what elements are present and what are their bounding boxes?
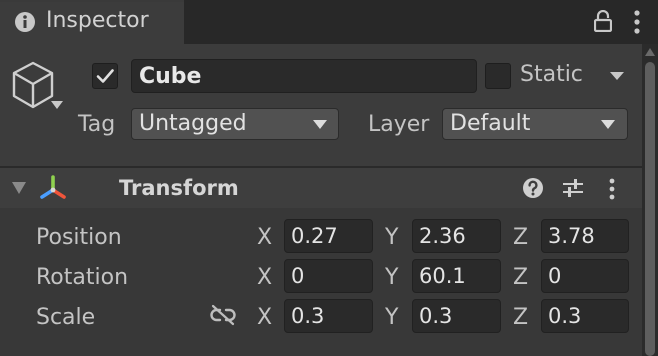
rotation-z-field[interactable]: 0 (541, 259, 629, 293)
position-x-field[interactable]: 0.27 (284, 219, 373, 253)
static-checkbox[interactable] (485, 63, 511, 89)
info-icon (15, 12, 35, 32)
help-icon[interactable] (522, 177, 544, 199)
layer-value: Default (450, 111, 531, 136)
object-name-field[interactable]: Cube (131, 59, 477, 93)
axis-z-label[interactable]: Z (513, 305, 528, 330)
rotation-x-field[interactable]: 0 (284, 259, 373, 293)
scale-z-field[interactable]: 0.3 (541, 299, 629, 333)
transform-axis-icon (40, 175, 66, 199)
scale-x-field[interactable]: 0.3 (284, 299, 373, 333)
chevron-down-icon (601, 120, 615, 129)
position-z-field[interactable]: 3.78 (541, 219, 629, 253)
tag-label: Tag (78, 112, 116, 137)
lock-icon[interactable] (594, 10, 612, 32)
sliders-icon[interactable] (562, 177, 584, 199)
axis-z-label[interactable]: Z (513, 225, 528, 250)
tab-title: Inspector (46, 8, 149, 33)
kebab-menu-icon[interactable] (633, 10, 641, 34)
axis-x-label[interactable]: X (257, 265, 272, 290)
foldout-arrow-icon[interactable] (11, 181, 27, 195)
axis-y-label[interactable]: Y (385, 305, 398, 330)
axis-z-label[interactable]: Z (513, 265, 528, 290)
rotation-y-field[interactable]: 60.1 (412, 259, 501, 293)
scrollbar-thumb[interactable] (645, 62, 655, 356)
unlinked-chain-icon[interactable] (210, 304, 236, 326)
position-label: Position (36, 225, 122, 250)
axis-y-label[interactable]: Y (385, 225, 398, 250)
component-title: Transform (119, 176, 239, 200)
tag-value: Untagged (139, 111, 247, 136)
chevron-down-icon[interactable] (50, 100, 64, 110)
scroll-up-arrow-icon[interactable] (645, 48, 655, 56)
axis-x-label[interactable]: X (257, 305, 272, 330)
tag-dropdown[interactable]: Untagged (131, 108, 339, 140)
scale-label: Scale (36, 305, 96, 330)
kebab-menu-icon[interactable] (608, 178, 616, 200)
layer-label: Layer (368, 112, 430, 137)
active-checkbox[interactable] (92, 63, 118, 89)
checkmark-icon (96, 69, 114, 83)
static-dropdown-arrow-icon[interactable] (609, 71, 625, 81)
axis-y-label[interactable]: Y (385, 265, 398, 290)
rotation-label: Rotation (36, 265, 129, 290)
axis-x-label[interactable]: X (257, 225, 272, 250)
position-y-field[interactable]: 2.36 (412, 219, 501, 253)
chevron-down-icon (313, 120, 327, 129)
static-label: Static (520, 62, 583, 87)
scale-y-field[interactable]: 0.3 (412, 299, 501, 333)
transform-header[interactable] (0, 168, 642, 208)
